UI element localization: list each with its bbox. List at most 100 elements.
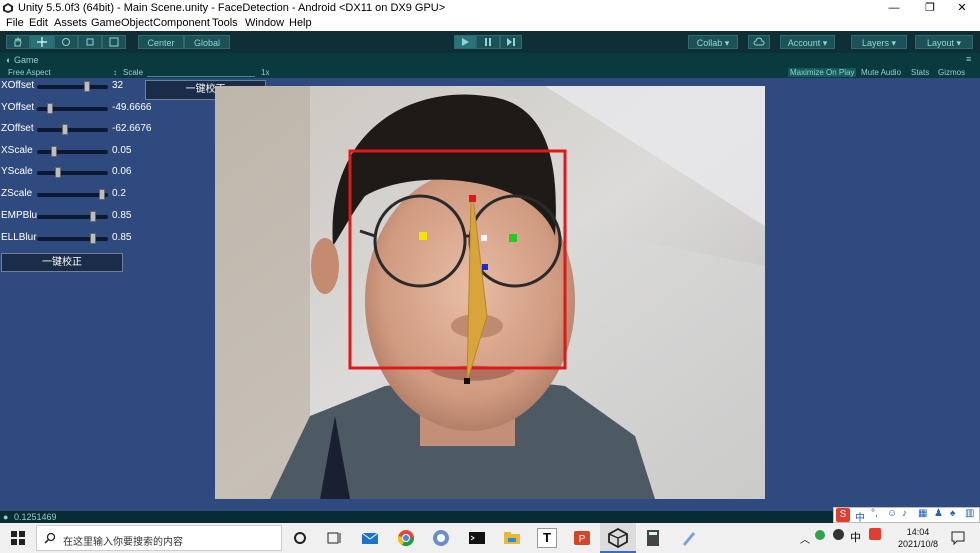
- aspect-dropdown[interactable]: Free Aspect: [8, 68, 51, 77]
- clothes-icon[interactable]: ♠: [950, 508, 955, 519]
- scale-tool-button[interactable]: [78, 35, 102, 49]
- cloud-button[interactable]: [748, 35, 770, 49]
- slider-track[interactable]: [37, 85, 108, 89]
- mail-icon[interactable]: [360, 528, 380, 548]
- close-button[interactable]: ✕: [942, 0, 980, 16]
- clock-date: 2021/10/8: [897, 539, 939, 549]
- slider-track[interactable]: [37, 237, 108, 241]
- slider-value: 0.2: [112, 188, 126, 199]
- cloud-icon: [753, 37, 765, 46]
- terminal-icon[interactable]: [467, 528, 487, 548]
- layers-dropdown[interactable]: Layers ▾: [851, 35, 907, 49]
- slider-row-xscale: XScale 0.05: [0, 143, 210, 159]
- menu-help[interactable]: Help: [289, 17, 312, 29]
- game-tab[interactable]: ◐ Game: [6, 55, 38, 65]
- play-icon: [462, 38, 469, 46]
- windows-start-icon[interactable]: [8, 528, 28, 548]
- rotate-tool-button[interactable]: [54, 35, 78, 49]
- slider-thumb[interactable]: [84, 81, 90, 92]
- slider-row-zscale: ZScale 0.2: [0, 186, 210, 202]
- tray-overflow-icon[interactable]: ︿: [800, 531, 810, 546]
- tools-icon[interactable]: [679, 528, 699, 548]
- aspect-dropdown-arrow[interactable]: ↕: [113, 68, 117, 77]
- menu-gameobject[interactable]: GameObject: [91, 17, 153, 29]
- notification-icon[interactable]: [948, 528, 968, 548]
- menu-file[interactable]: File: [6, 17, 24, 29]
- hand-tool-button[interactable]: [6, 35, 30, 49]
- layout-dropdown[interactable]: Layout ▾: [915, 35, 973, 49]
- unity-taskbar-button[interactable]: [600, 523, 636, 553]
- chrome-icon[interactable]: [396, 528, 416, 548]
- play-button[interactable]: [454, 35, 476, 49]
- punctuation-icon[interactable]: °,: [871, 508, 878, 519]
- keyboard-icon[interactable]: ▦: [918, 508, 927, 519]
- menu-component[interactable]: Component: [153, 17, 210, 29]
- menu-window[interactable]: Window: [245, 17, 284, 29]
- emoji-icon[interactable]: ☺: [887, 508, 897, 519]
- slider-value: 0.85: [112, 210, 132, 221]
- gizmos-dropdown[interactable]: Gizmos: [938, 68, 965, 77]
- wechat-tray-icon[interactable]: [815, 530, 825, 540]
- slider-thumb[interactable]: [55, 167, 61, 178]
- slider-thumb[interactable]: [62, 124, 68, 135]
- file-explorer-icon[interactable]: [502, 528, 522, 548]
- menu-assets[interactable]: Assets: [54, 17, 87, 29]
- pivot-global-toggle[interactable]: Global: [184, 35, 230, 49]
- system-clock[interactable]: 14:04 2021/10/8: [895, 526, 941, 550]
- slider-thumb[interactable]: [90, 211, 96, 222]
- step-button[interactable]: [500, 35, 522, 49]
- stats-toggle[interactable]: Stats: [911, 68, 929, 77]
- slider-track[interactable]: [37, 193, 108, 197]
- panel-menu-icon[interactable]: ≡: [966, 54, 971, 64]
- menu-edit[interactable]: Edit: [29, 17, 48, 29]
- move-tool-button[interactable]: [30, 35, 54, 49]
- collab-dropdown[interactable]: Collab ▾: [688, 35, 738, 49]
- microphone-icon[interactable]: ♪: [902, 508, 907, 519]
- taskbar-search-box[interactable]: 在这里输入你要搜索的内容: [36, 525, 282, 551]
- unity-icon: [608, 528, 628, 548]
- center-eye-marker: [481, 235, 487, 241]
- powerpoint-icon[interactable]: P: [572, 528, 592, 548]
- slider-track[interactable]: [37, 150, 108, 154]
- sogou-tray-icon[interactable]: [869, 528, 881, 540]
- network-tray-icon[interactable]: [833, 529, 844, 540]
- wall-area: [215, 86, 310, 499]
- pause-button[interactable]: [476, 35, 500, 49]
- sogou-logo-icon[interactable]: S: [836, 508, 850, 522]
- user-icon[interactable]: ♟: [934, 508, 943, 519]
- slider-track[interactable]: [37, 128, 108, 132]
- typora-icon[interactable]: T: [537, 528, 557, 548]
- console-message[interactable]: 0.1251469: [14, 512, 57, 522]
- rect-tool-button[interactable]: [102, 35, 126, 49]
- slider-track[interactable]: [37, 215, 108, 219]
- collab-label: Collab: [696, 38, 723, 48]
- grid-menu-icon[interactable]: ▥: [965, 508, 974, 519]
- cortana-icon[interactable]: [290, 528, 310, 548]
- slider-thumb[interactable]: [47, 103, 53, 114]
- slider-value: -62.6676: [112, 123, 152, 134]
- account-dropdown[interactable]: Account ▾: [780, 35, 835, 49]
- task-view-icon[interactable]: [324, 528, 344, 548]
- calculator-icon[interactable]: [643, 528, 663, 548]
- pivot-center-toggle[interactable]: Center: [138, 35, 184, 49]
- slider-track[interactable]: [37, 171, 108, 175]
- scale-slider[interactable]: [147, 69, 255, 77]
- mute-audio-toggle[interactable]: Mute Audio: [861, 68, 901, 77]
- slider-label: ZScale: [1, 188, 33, 199]
- slider-value: 0.05: [112, 145, 132, 156]
- maximize-on-play-toggle[interactable]: Maximize On Play: [788, 68, 857, 77]
- minimize-button[interactable]: —: [874, 0, 914, 16]
- slider-thumb[interactable]: [51, 146, 57, 157]
- center-label: Center: [147, 38, 175, 48]
- ime-tray-indicator[interactable]: 中: [850, 529, 861, 545]
- auto-correct-button[interactable]: 一键校正: [1, 253, 123, 272]
- slider-thumb[interactable]: [99, 189, 105, 200]
- chin-marker: [464, 378, 470, 384]
- nose-tip-marker: [482, 264, 488, 270]
- slider-row-empblu: EMPBlu 0.85: [0, 208, 210, 224]
- ime-language-toggle[interactable]: 中: [855, 509, 865, 524]
- menu-tools[interactable]: Tools: [212, 17, 238, 29]
- move-arrows-icon: [37, 37, 47, 47]
- browser-icon[interactable]: [431, 528, 451, 548]
- slider-thumb[interactable]: [90, 233, 96, 244]
